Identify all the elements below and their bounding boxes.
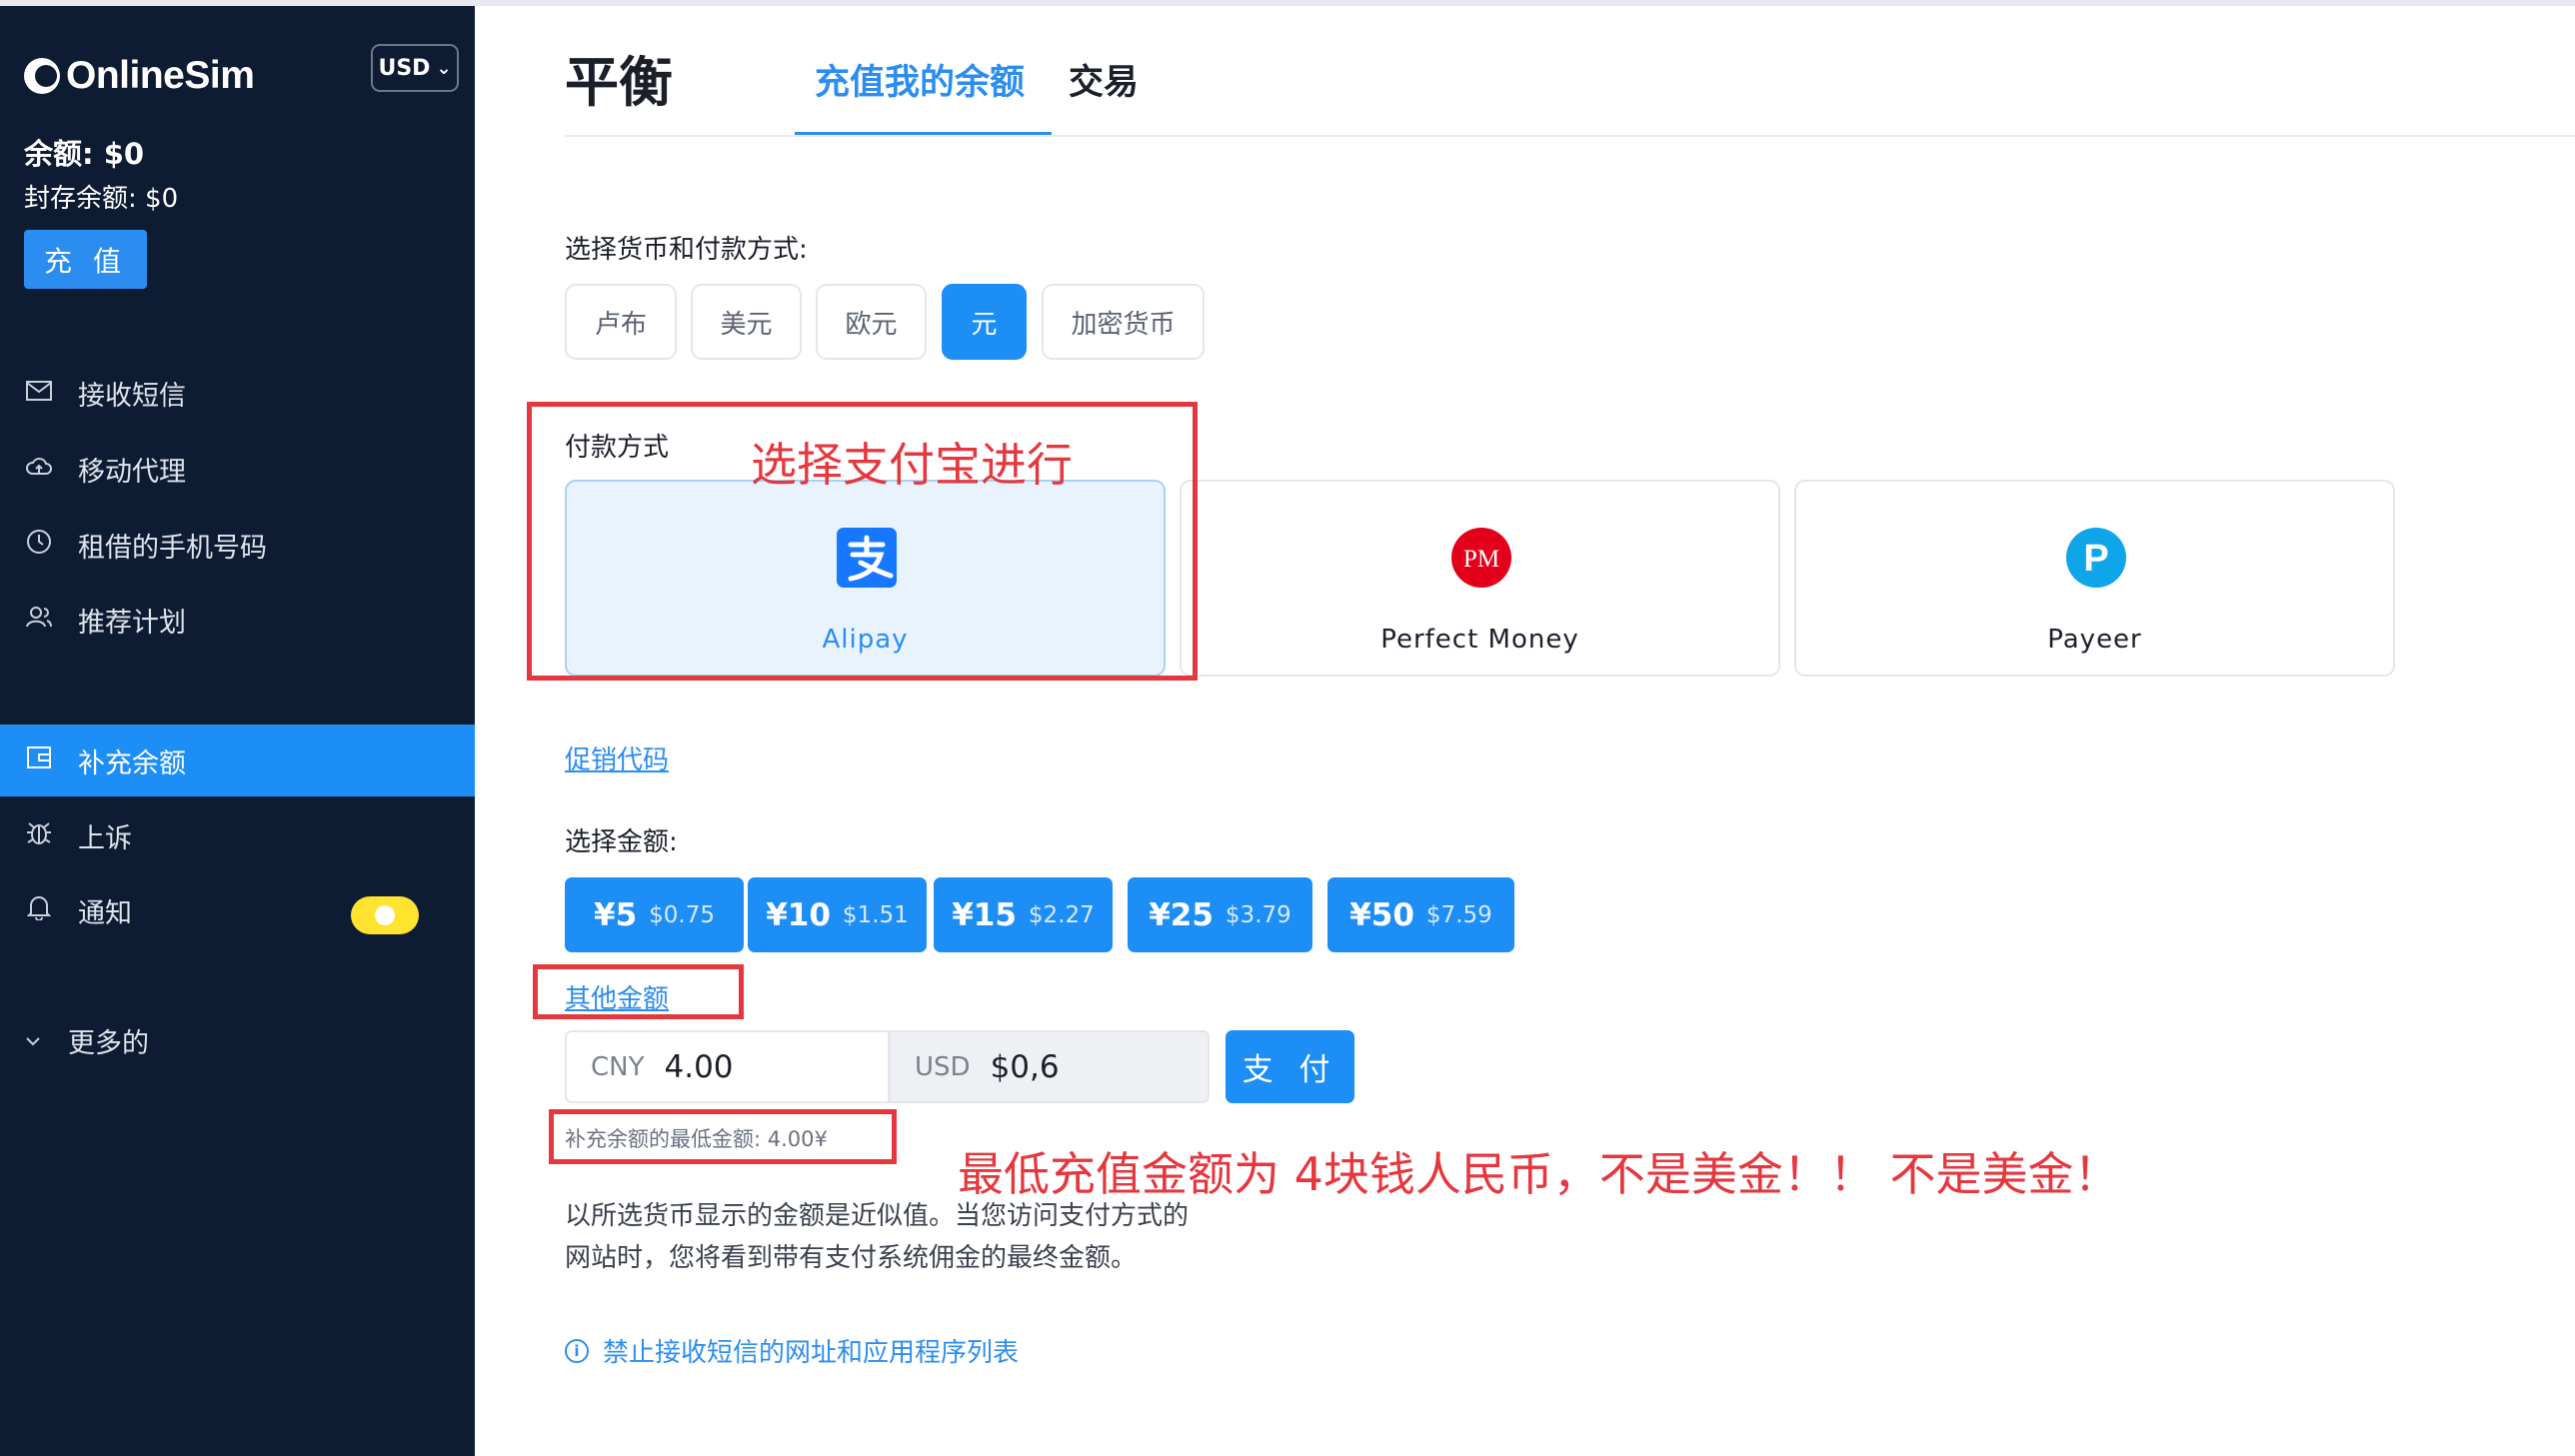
perfect-money-icon: PM	[1451, 528, 1511, 588]
sidebar-item-more[interactable]: 更多的	[0, 1004, 475, 1076]
annotation-min-amount-text: 最低充值金额为 4块钱人民币，不是美金！！ 不是美金！	[958, 1147, 2120, 1201]
info-icon: i	[565, 1338, 589, 1363]
perfect-money-logo-text: PM	[1463, 546, 1499, 573]
tab-top-up[interactable]: 充值我的余额	[815, 54, 1025, 105]
annotation-box-other-amount	[533, 964, 744, 1019]
sidebar: OnlineSim USD ⌄ 余额: $0 封存余额: $0 充 值 接收短信…	[0, 6, 475, 1456]
amount-main: ¥10	[766, 896, 831, 933]
forbidden-services-label: 禁止接收短信的网址和应用程序列表	[603, 1338, 1020, 1368]
amount-sub: $7.59	[1425, 901, 1492, 928]
tab-divider	[565, 135, 2575, 137]
amount-main: ¥15	[952, 896, 1017, 933]
page-title: 平衡	[565, 51, 673, 114]
chevron-down-icon: ⌄	[436, 57, 452, 79]
currency-cny-button[interactable]: 元	[942, 284, 1027, 360]
payeer-logo-text: P	[2083, 538, 2108, 580]
sidebar-item-label: 接收短信	[78, 380, 186, 412]
cloud-icon	[24, 455, 54, 483]
notifications-toggle[interactable]	[351, 896, 419, 934]
amount-prompt: 选择金额:	[565, 827, 678, 857]
promo-code-link[interactable]: 促销代码	[565, 739, 669, 776]
frozen-balance: 封存余额: $0	[24, 184, 179, 214]
sidebar-item-top-up[interactable]: 补充余额	[0, 725, 475, 796]
amount-sub: $1.51	[842, 901, 909, 928]
logo-text: OnlineSim	[66, 54, 255, 97]
sidebar-item-label: 租借的手机号码	[78, 532, 267, 564]
sidebar-item-label: 上诉	[78, 822, 132, 854]
amount-sub: $2.27	[1028, 901, 1095, 928]
sidebar-item-mobile-proxy[interactable]: 移动代理	[0, 433, 475, 505]
amount-5-button[interactable]: ¥5 $0.75	[565, 877, 744, 952]
currency-crypto-button[interactable]: 加密货币	[1042, 284, 1205, 360]
pay-button[interactable]: 支 付	[1226, 1030, 1354, 1103]
bell-icon	[24, 894, 54, 926]
payment-method-name: Perfect Money	[1380, 625, 1579, 655]
payment-method-name: Payeer	[2047, 625, 2142, 655]
wallet-icon	[24, 745, 54, 775]
payment-payeer-card[interactable]: P Payeer	[1794, 480, 2395, 677]
currency-rub-button[interactable]: 卢布	[565, 284, 677, 360]
mail-icon	[24, 379, 54, 407]
sidebar-item-rented-numbers[interactable]: 租借的手机号码	[0, 509, 475, 581]
sidebar-item-label: 更多的	[68, 1027, 149, 1059]
clock-icon	[24, 529, 54, 561]
amount-50-button[interactable]: ¥50 $7.59	[1327, 877, 1514, 952]
currency-select-value: USD	[378, 55, 431, 81]
usd-value: $0,6	[990, 1048, 1060, 1085]
balance: 余额: $0	[24, 137, 145, 171]
logo[interactable]: OnlineSim	[24, 46, 255, 106]
recharge-button[interactable]: 充 值	[24, 230, 147, 289]
description-line-2: 网站时，您将看到带有支付系统佣金的最终金额。	[565, 1243, 1138, 1273]
usd-amount-display: USD $0,6	[889, 1030, 1210, 1103]
currency-prompt: 选择货币和付款方式:	[565, 235, 808, 265]
currency-select[interactable]: USD ⌄	[371, 44, 459, 92]
annotation-alipay-text: 选择支付宝进行	[751, 438, 1073, 492]
logo-icon	[24, 58, 60, 94]
amount-main: ¥5	[594, 896, 638, 933]
cny-amount-input[interactable]: CNY 4.00	[565, 1030, 890, 1103]
usd-prefix: USD	[915, 1051, 971, 1082]
forbidden-services-link[interactable]: i 禁止接收短信的网址和应用程序列表	[565, 1332, 1019, 1369]
sidebar-item-label: 补充余额	[78, 747, 186, 779]
sidebar-item-label: 推荐计划	[78, 607, 186, 639]
bug-icon	[24, 818, 54, 852]
amount-25-button[interactable]: ¥25 $3.79	[1128, 877, 1312, 952]
annotation-box-min-note	[549, 1109, 897, 1164]
tab-transactions[interactable]: 交易	[1069, 54, 1139, 105]
cny-value: 4.00	[664, 1048, 734, 1085]
amount-main: ¥25	[1149, 896, 1214, 933]
sidebar-item-appeal[interactable]: 上诉	[0, 799, 475, 871]
amount-sub: $0.75	[649, 901, 715, 928]
cny-prefix: CNY	[591, 1051, 645, 1082]
currency-usd-button[interactable]: 美元	[691, 284, 802, 360]
sidebar-item-receive-sms[interactable]: 接收短信	[0, 357, 475, 429]
sidebar-item-label: 移动代理	[78, 456, 186, 488]
amount-sub: $3.79	[1225, 901, 1291, 928]
sidebar-item-label: 通知	[78, 897, 132, 929]
payment-perfect-money-card[interactable]: PM Perfect Money	[1180, 480, 1780, 677]
chevron-down-icon	[18, 1026, 48, 1054]
currency-eur-button[interactable]: 欧元	[816, 284, 927, 360]
amount-15-button[interactable]: ¥15 $2.27	[934, 877, 1113, 952]
sidebar-item-notifications[interactable]: 通知	[0, 874, 475, 946]
amount-main: ¥50	[1349, 896, 1414, 933]
payeer-icon: P	[2066, 528, 2126, 588]
users-icon	[24, 605, 54, 635]
amount-10-button[interactable]: ¥10 $1.51	[748, 877, 927, 952]
sidebar-item-referral[interactable]: 推荐计划	[0, 584, 475, 656]
